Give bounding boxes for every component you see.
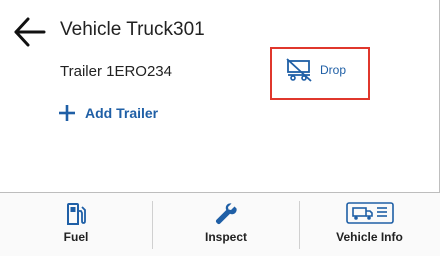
vehicle-info-icon: [345, 202, 394, 224]
wrench-icon: [215, 203, 237, 225]
tab-inspect-label: Inspect: [204, 230, 247, 244]
tab-vehicle-info[interactable]: Vehicle Info: [300, 193, 439, 256]
arrow-left-icon: [14, 17, 46, 47]
drop-trailer-button[interactable]: Drop: [270, 47, 370, 100]
vehicle-screen: Vehicle Truck301 Trailer 1ERO234 Drop Ad…: [0, 0, 440, 256]
fuel-pump-icon: [67, 203, 86, 225]
add-trailer-button[interactable]: Add Trailer: [58, 104, 158, 122]
drop-label: Drop: [320, 63, 347, 77]
tab-vehicle-info-label: Vehicle Info: [336, 230, 403, 244]
tab-inspect[interactable]: Inspect: [153, 193, 299, 256]
tab-fuel[interactable]: Fuel: [0, 193, 152, 256]
page-title: Vehicle Truck301: [60, 19, 205, 40]
plus-icon: [59, 105, 75, 121]
add-trailer-label: Add Trailer: [85, 105, 159, 121]
trailer-off-icon: [286, 58, 312, 82]
back-button[interactable]: [12, 14, 48, 50]
tab-fuel-label: Fuel: [63, 230, 89, 244]
bottom-nav: Fuel Inspect Vehicle Info: [0, 192, 440, 256]
trailer-label: Trailer 1ERO234: [60, 63, 172, 80]
